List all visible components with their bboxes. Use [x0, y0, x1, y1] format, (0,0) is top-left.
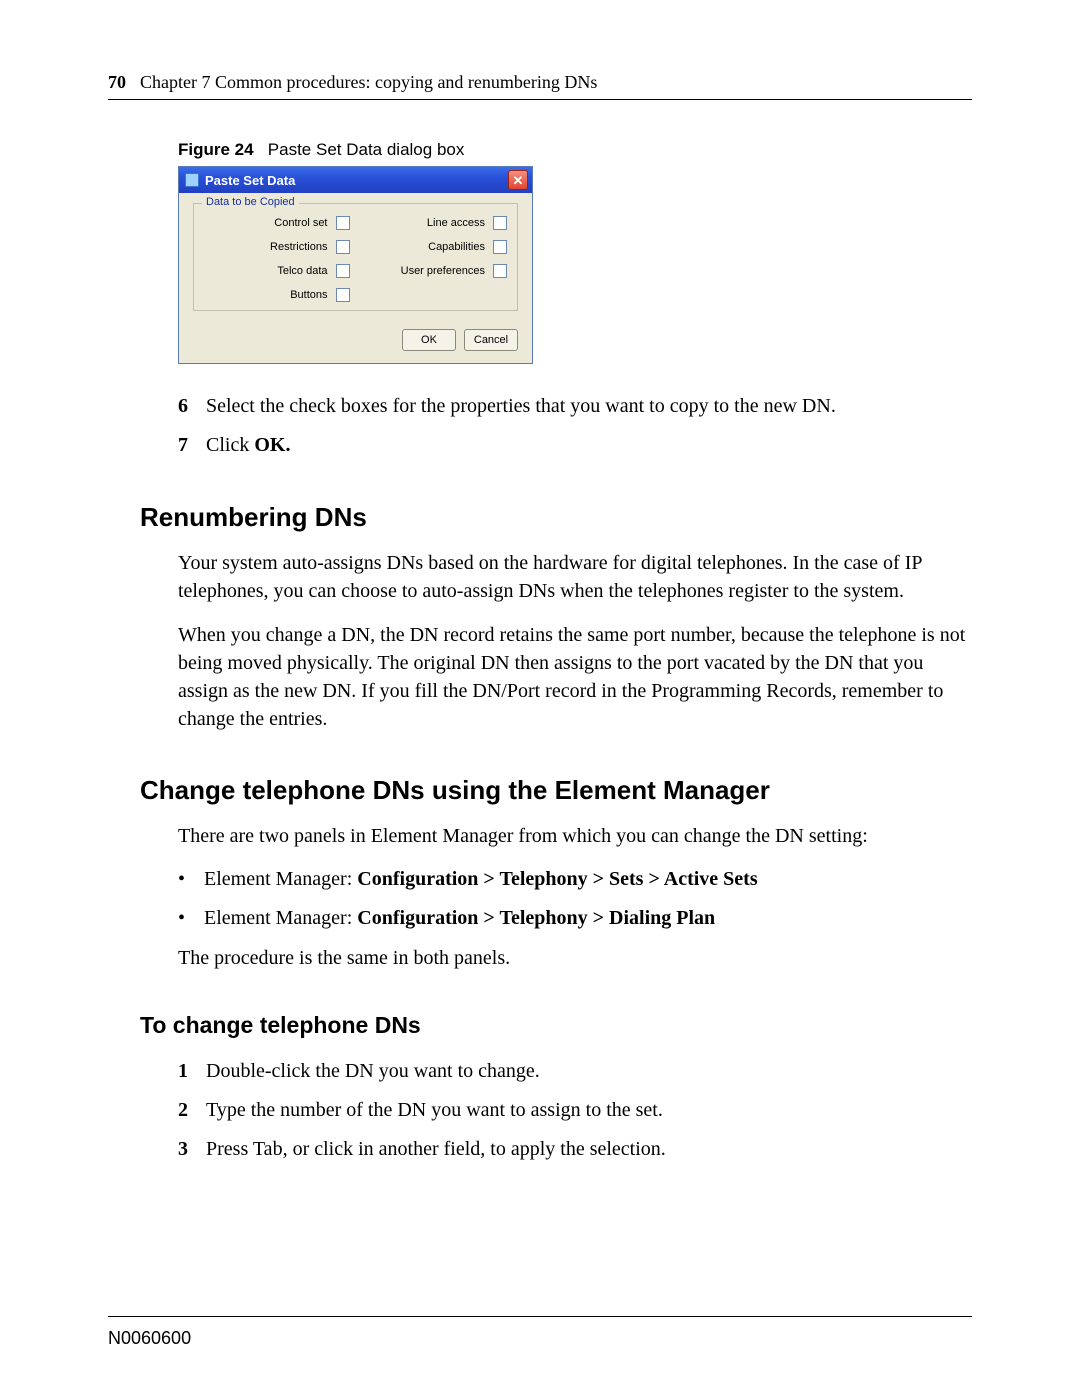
- checkbox-line-access[interactable]: Line access: [362, 216, 508, 230]
- checkbox-icon: [493, 240, 507, 254]
- bullet-text: Element Manager: Configuration > Telepho…: [204, 905, 715, 932]
- checkbox-icon: [336, 288, 350, 302]
- step-number: 3: [178, 1135, 206, 1164]
- checkbox-icon: [493, 216, 507, 230]
- paragraph: Your system auto-assigns DNs based on th…: [178, 549, 972, 605]
- footer-rule: [108, 1316, 972, 1317]
- step-number: 1: [178, 1057, 206, 1086]
- document-id: N0060600: [108, 1328, 191, 1349]
- checkbox-label: Capabilities: [428, 241, 485, 253]
- checkbox-restrictions[interactable]: Restrictions: [204, 240, 350, 254]
- step-text: Select the check boxes for the propertie…: [206, 392, 836, 421]
- checkbox-icon: [336, 216, 350, 230]
- checkbox-user-preferences[interactable]: User preferences: [362, 264, 508, 278]
- step-number: 2: [178, 1096, 206, 1125]
- step-text: Type the number of the DN you want to as…: [206, 1096, 663, 1125]
- data-to-be-copied-group: Data to be Copied Control set Line acces…: [193, 203, 518, 311]
- cancel-button[interactable]: Cancel: [464, 329, 518, 351]
- close-button[interactable]: ✕: [508, 170, 528, 190]
- paragraph: When you change a DN, the DN record reta…: [178, 621, 972, 733]
- step-text: Double-click the DN you want to change.: [206, 1057, 540, 1086]
- checkbox-icon: [336, 264, 350, 278]
- checkbox-label: Restrictions: [270, 241, 327, 253]
- step-text: Click OK.: [206, 431, 290, 460]
- checkbox-telco-data[interactable]: Telco data: [204, 264, 350, 278]
- step-text: Press Tab, or click in another field, to…: [206, 1135, 666, 1164]
- groupbox-title: Data to be Copied: [202, 196, 299, 208]
- close-icon: ✕: [513, 174, 524, 187]
- paragraph: The procedure is the same in both panels…: [178, 944, 972, 972]
- app-icon: [185, 173, 199, 187]
- bullet-icon: •: [178, 866, 204, 893]
- figure-label: Figure 24: [178, 140, 254, 159]
- paste-set-data-dialog: Paste Set Data ✕ Data to be Copied Contr…: [178, 166, 533, 364]
- checkbox-label: Buttons: [290, 289, 327, 301]
- bullet-text: Element Manager: Configuration > Telepho…: [204, 866, 758, 893]
- checkbox-control-set[interactable]: Control set: [204, 216, 350, 230]
- header-rule: [108, 99, 972, 100]
- chapter-title: Chapter 7 Common procedures: copying and…: [140, 72, 597, 93]
- bullet-icon: •: [178, 905, 204, 932]
- dialog-titlebar: Paste Set Data ✕: [179, 167, 532, 193]
- checkbox-label: User preferences: [401, 265, 485, 277]
- page-number: 70: [108, 72, 126, 93]
- step-number: 6: [178, 392, 206, 421]
- heading-renumbering-dns: Renumbering DNs: [140, 502, 972, 533]
- checkbox-capabilities[interactable]: Capabilities: [362, 240, 508, 254]
- step-number: 7: [178, 431, 206, 460]
- heading-to-change-telephone-dns: To change telephone DNs: [140, 1012, 972, 1039]
- figure-caption-text: Paste Set Data dialog box: [268, 140, 465, 159]
- figure-caption: Figure 24 Paste Set Data dialog box: [178, 140, 972, 160]
- heading-change-telephone-dns: Change telephone DNs using the Element M…: [140, 775, 972, 806]
- checkbox-label: Line access: [427, 217, 485, 229]
- checkbox-label: Control set: [274, 217, 327, 229]
- checkbox-icon: [336, 240, 350, 254]
- checkbox-icon: [493, 264, 507, 278]
- ok-button[interactable]: OK: [402, 329, 456, 351]
- checkbox-buttons[interactable]: Buttons: [204, 288, 350, 302]
- checkbox-label: Telco data: [277, 265, 327, 277]
- dialog-title: Paste Set Data: [205, 173, 295, 188]
- paragraph: There are two panels in Element Manager …: [178, 822, 972, 850]
